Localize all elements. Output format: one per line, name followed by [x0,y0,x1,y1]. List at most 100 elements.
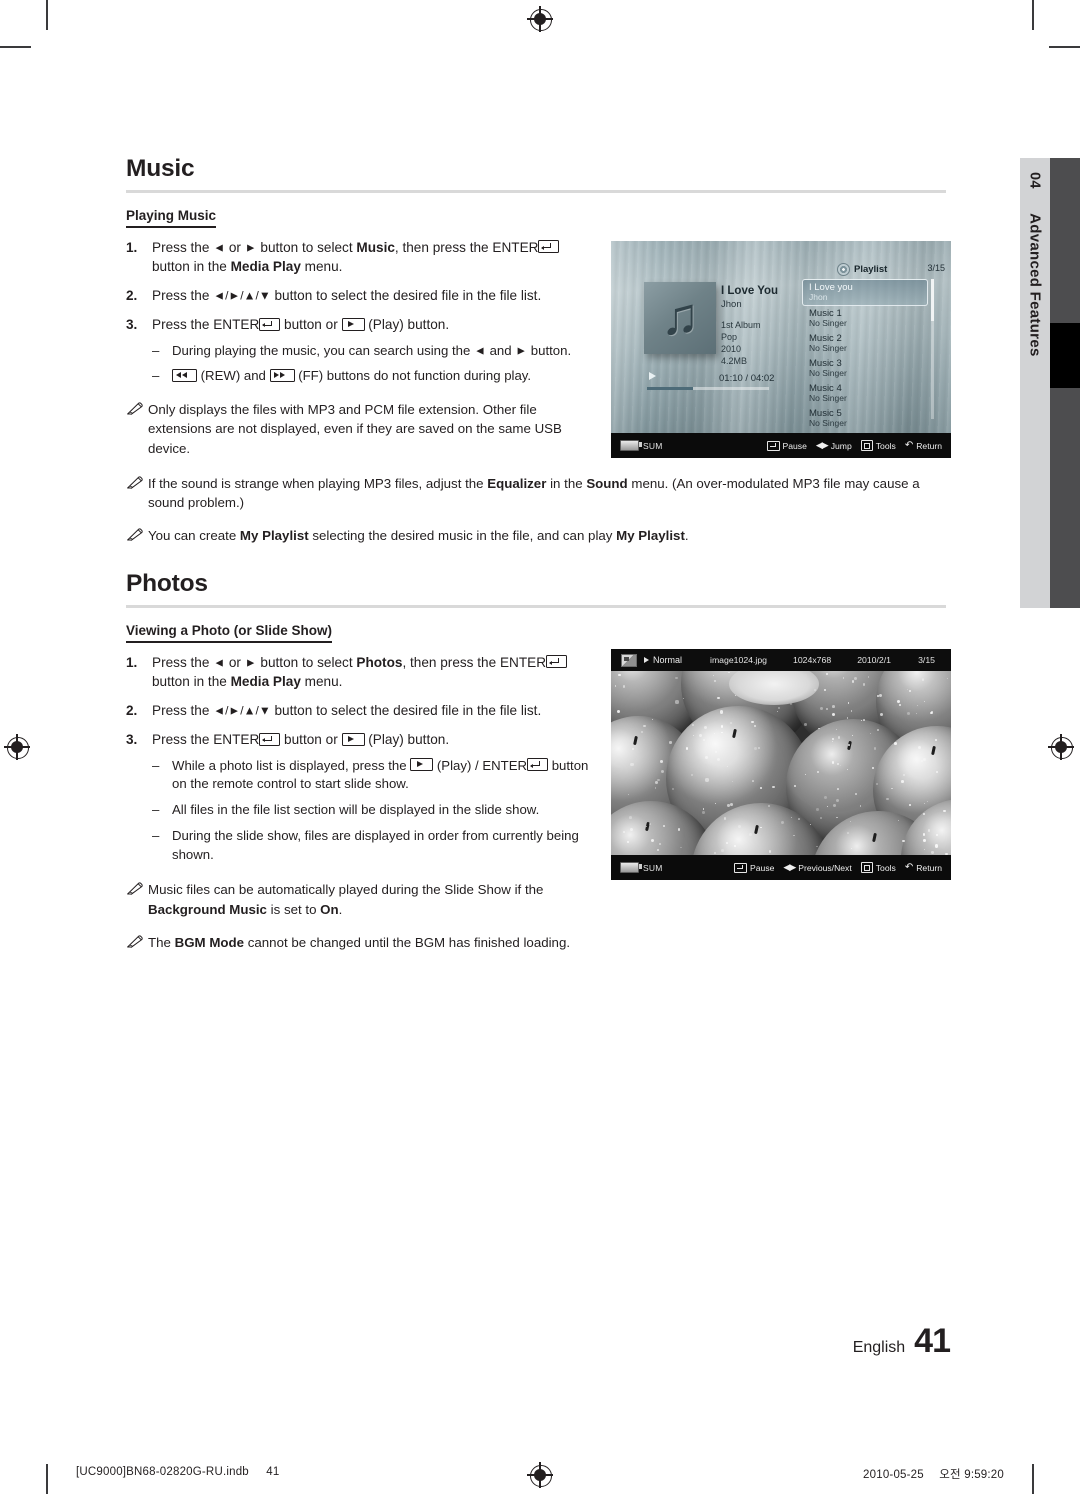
playlist-scrollbar[interactable] [931,279,934,419]
pencil-note-icon [126,882,143,895]
usb-icon [620,862,639,873]
play-key-icon [342,733,365,746]
playlist-item[interactable]: Music 4 No Singer [802,381,928,406]
crop-mark-top-right-h [1049,46,1080,48]
return-key-icon: ↶ [905,440,913,451]
water-droplet [675,677,677,679]
note-item: If the sound is strange when playing MP3… [126,474,946,513]
note-item: Music files can be automatically played … [126,880,596,919]
osd-key[interactable]: ◀▶ Previous/Next [783,862,851,873]
water-droplet [715,803,716,804]
water-droplet [720,710,723,713]
footer-date: 2010-05-25 [863,1469,924,1481]
enter-key-icon [546,655,567,668]
osd-key[interactable]: ◀▶ Jump [816,440,852,451]
slideshow-play-icon [644,657,649,663]
playlist-item[interactable]: Music 3 No Singer [802,356,928,381]
usb-icon [620,440,639,451]
photo-count: 3/15 [918,655,935,665]
body-text: menu. [301,259,343,274]
water-droplet [724,817,726,819]
water-droplet [760,787,762,789]
music-device-indicator: SUM [620,440,663,451]
play-key-icon [410,758,433,771]
body-text: , then press the [402,655,499,670]
osd-key[interactable]: Pause [734,863,774,873]
enter-key-icon [538,240,559,253]
pencil-note-icon [126,935,143,948]
track-meta-line: Pop [721,332,761,344]
osd-key-label: Jump [831,441,852,451]
emphasis-text: Music [356,240,395,255]
osd-key[interactable]: ↶ Return [905,440,942,451]
photo-image-apples [611,671,951,855]
water-droplet [732,781,733,782]
title-rule-photos [126,605,946,608]
crop-mark-top-left-h [0,46,31,48]
water-droplet [659,843,661,845]
playlist-item[interactable]: Music 2 No Singer [802,331,928,356]
emphasis-text: My Playlist [616,528,685,543]
track-meta-line: 4.2MB [721,356,761,368]
osd-key[interactable]: ↶ Return [905,862,942,873]
playlist-item-singer: No Singer [809,369,928,379]
note-text: You can create My Playlist selecting the… [148,526,946,546]
playlist-item[interactable]: I Love you Jhon [802,279,928,306]
body-text: button. [527,343,571,358]
body-text: While a photo list is displayed, press t… [172,758,410,773]
photo-osd-keys: Pause ◀▶ Previous/Next Tools ↶ Return [734,862,942,873]
playlist-item[interactable]: Music 1 No Singer [802,306,928,331]
osd-key[interactable]: Tools [861,862,896,873]
now-playing-artist: Jhon [721,299,742,310]
water-droplet [699,734,702,737]
water-droplet [876,783,878,785]
water-droplet [824,796,827,799]
step-number: 3. [126,730,152,864]
water-droplet [704,726,707,729]
water-droplet [907,689,908,690]
water-droplet [820,707,823,710]
water-droplet [778,707,780,709]
pencil-note-icon [126,528,143,541]
chapter-thumb-marker [1050,323,1080,388]
osd-key-label: Tools [876,441,896,451]
step-text: Press the ◄ or ► button to select Photos… [152,653,596,692]
step-number: 2. [126,286,152,305]
water-droplet [902,840,905,843]
water-droplet [943,810,945,812]
footer-time: 오전 9:59:20 [939,1469,1004,1481]
body-text: The [148,935,175,950]
playlist-item[interactable]: Music 5 No Singer [802,406,928,431]
play-key-icon [342,318,365,331]
left-right-arrows-icon: ◀▶ [783,862,795,873]
registration-mark-left [4,734,30,760]
progress-bar[interactable] [647,387,769,390]
water-droplet [850,821,851,822]
photo-thumb-icon [621,654,637,667]
emphasis-text: Media Play [231,674,301,689]
emphasis-text: BGM Mode [175,935,244,950]
water-droplet [837,763,839,765]
emphasis-text: Media Play [231,259,301,274]
water-droplet [936,771,938,773]
emphasis-text: Photos [356,655,402,670]
body-text: During the slide show, files are display… [172,828,579,862]
body-text: button to select [257,240,357,255]
water-droplet [632,748,634,750]
emphasis-text: Sound [586,476,627,491]
body-text: (Play) / ENTER [433,758,527,773]
pencil-note-icon [126,400,148,458]
osd-key[interactable]: Tools [861,440,896,451]
water-droplet [657,779,660,782]
osd-key[interactable]: Pause [767,441,807,451]
water-droplet [891,788,892,789]
crop-mark-top-right-v [1032,0,1034,30]
osd-key-label: Previous/Next [798,863,852,873]
body-text: You can create [148,528,240,543]
step-text: Press the ◄/►/▲/▼ button to select the d… [152,701,596,720]
step-text: Press the ◄/►/▲/▼ button to select the d… [152,286,596,305]
slideshow-mode: Normal [653,655,682,665]
pencil-note-icon [126,474,148,513]
body-text: button to select the desired file in the… [271,703,542,718]
playlist-items: I Love you Jhon Music 1 No Singer Music 2 No … [802,279,928,431]
